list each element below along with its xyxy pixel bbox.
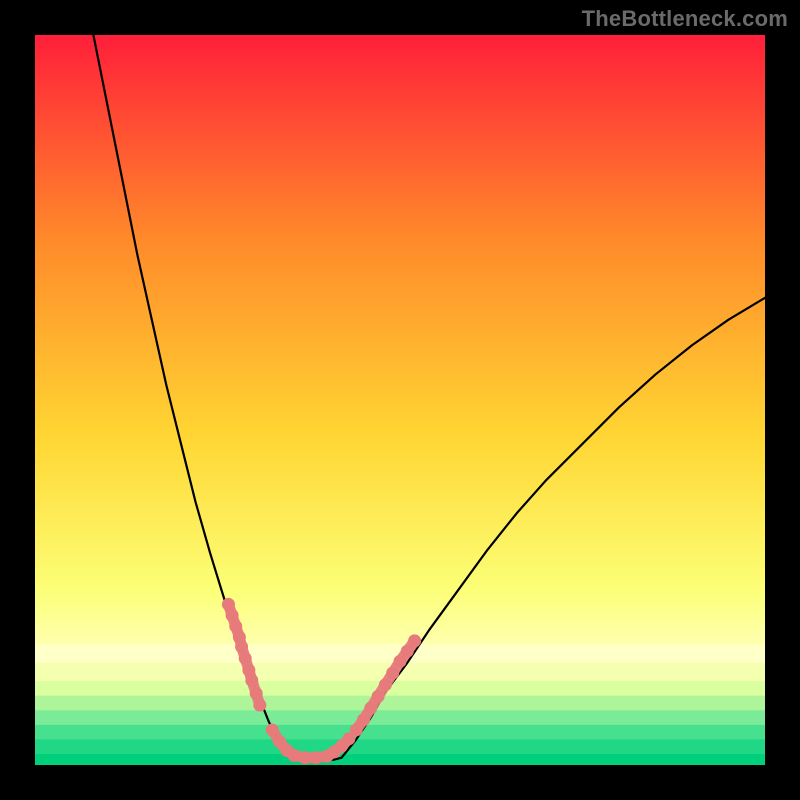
- marker-left-dot: [245, 674, 258, 687]
- plot-area: [35, 35, 765, 765]
- marker-bottom-dot: [266, 723, 279, 736]
- marker-right-dot: [379, 678, 392, 691]
- chart-svg: [35, 35, 765, 765]
- band: [35, 754, 765, 765]
- marker-left-dot: [239, 652, 252, 665]
- marker-left-dot: [250, 687, 263, 700]
- marker-left-dot: [235, 640, 248, 653]
- marker-bottom-dot: [288, 749, 301, 762]
- marker-right-dot: [386, 667, 399, 680]
- marker-right-dot: [408, 634, 421, 647]
- marker-right-dot: [357, 713, 370, 726]
- marker-bottom-dot: [310, 751, 323, 764]
- marker-left-dot: [253, 699, 266, 712]
- marker-right-dot: [364, 702, 377, 715]
- watermark-text: TheBottleneck.com: [582, 6, 788, 32]
- marker-right-dot: [372, 690, 385, 703]
- chart-stage: TheBottleneck.com: [0, 0, 800, 800]
